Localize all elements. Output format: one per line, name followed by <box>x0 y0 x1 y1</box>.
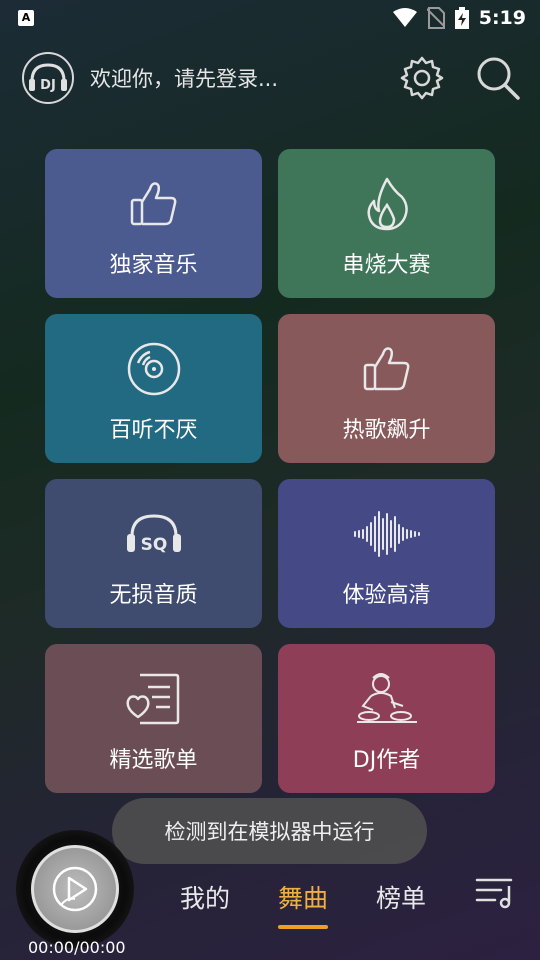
tab-charts[interactable]: 榜单 <box>376 879 426 915</box>
tile-hd-experience[interactable]: 体验高清 <box>278 479 495 628</box>
tile-label: 百听不厌 <box>109 418 198 443</box>
app-notification-icon: A <box>18 10 34 26</box>
gear-icon[interactable] <box>398 54 446 102</box>
tile-label: 独家音乐 <box>109 253 198 278</box>
waveform-icon <box>353 511 420 557</box>
search-icon[interactable] <box>474 54 522 102</box>
tile-exclusive-music[interactable]: 独家音乐 <box>45 149 262 298</box>
playlist-icon[interactable] <box>475 876 515 910</box>
svg-text:SQ: SQ <box>140 535 167 555</box>
dj-headphones-icon: DJ <box>29 63 67 93</box>
play-icon[interactable] <box>51 865 99 913</box>
player-cover[interactable] <box>31 845 119 933</box>
tile-label: 精选歌单 <box>109 748 198 773</box>
tile-label: DJ作者 <box>352 748 421 773</box>
tile-lossless-quality[interactable]: SQ 无损音质 <box>45 479 262 628</box>
no-sim-icon <box>426 7 445 29</box>
logo-text: DJ <box>40 78 56 93</box>
top-bar: DJ 欢迎你，请先登录... <box>22 51 522 105</box>
status-bar: A 5:19 <box>0 0 540 36</box>
login-prompt[interactable]: 欢迎你，请先登录... <box>90 63 278 93</box>
dj-artist-icon <box>356 673 417 723</box>
tab-dance[interactable]: 舞曲 <box>278 879 329 929</box>
category-grid: 独家音乐 串烧大赛 百听不厌 热歌飙升 SQ 无损音质 体验高清 精选歌单 DJ… <box>45 149 495 793</box>
tile-hot-rising[interactable]: 热歌飙升 <box>278 314 495 463</box>
clock: 5:19 <box>478 7 526 29</box>
playlist-heart-icon <box>125 673 179 725</box>
thumbs-up-icon <box>363 347 409 391</box>
tile-label: 热歌飙升 <box>342 418 431 443</box>
thumbs-up-icon <box>130 182 176 226</box>
tile-curated-playlists[interactable]: 精选歌单 <box>45 644 262 793</box>
sq-headphones-icon: SQ <box>126 514 181 555</box>
flame-icon <box>366 177 408 231</box>
bottom-tabs: 我的 舞曲 榜单 <box>180 872 426 929</box>
tab-mine[interactable]: 我的 <box>180 879 230 915</box>
tile-label: 体验高清 <box>342 583 431 608</box>
tile-medley-contest[interactable]: 串烧大赛 <box>278 149 495 298</box>
dj-logo-avatar[interactable]: DJ <box>22 52 74 104</box>
player-disc[interactable] <box>16 830 134 948</box>
disc-icon <box>127 342 180 396</box>
battery-charging-icon <box>454 7 469 29</box>
tile-dj-authors[interactable]: DJ作者 <box>278 644 495 793</box>
tile-label: 串烧大赛 <box>342 253 431 278</box>
wifi-icon <box>392 8 417 27</box>
tile-label: 无损音质 <box>109 583 198 608</box>
emulator-toast: 检测到在模拟器中运行 <box>112 798 427 864</box>
tile-never-tired[interactable]: 百听不厌 <box>45 314 262 463</box>
playback-time: 00:00/00:00 <box>28 938 126 957</box>
